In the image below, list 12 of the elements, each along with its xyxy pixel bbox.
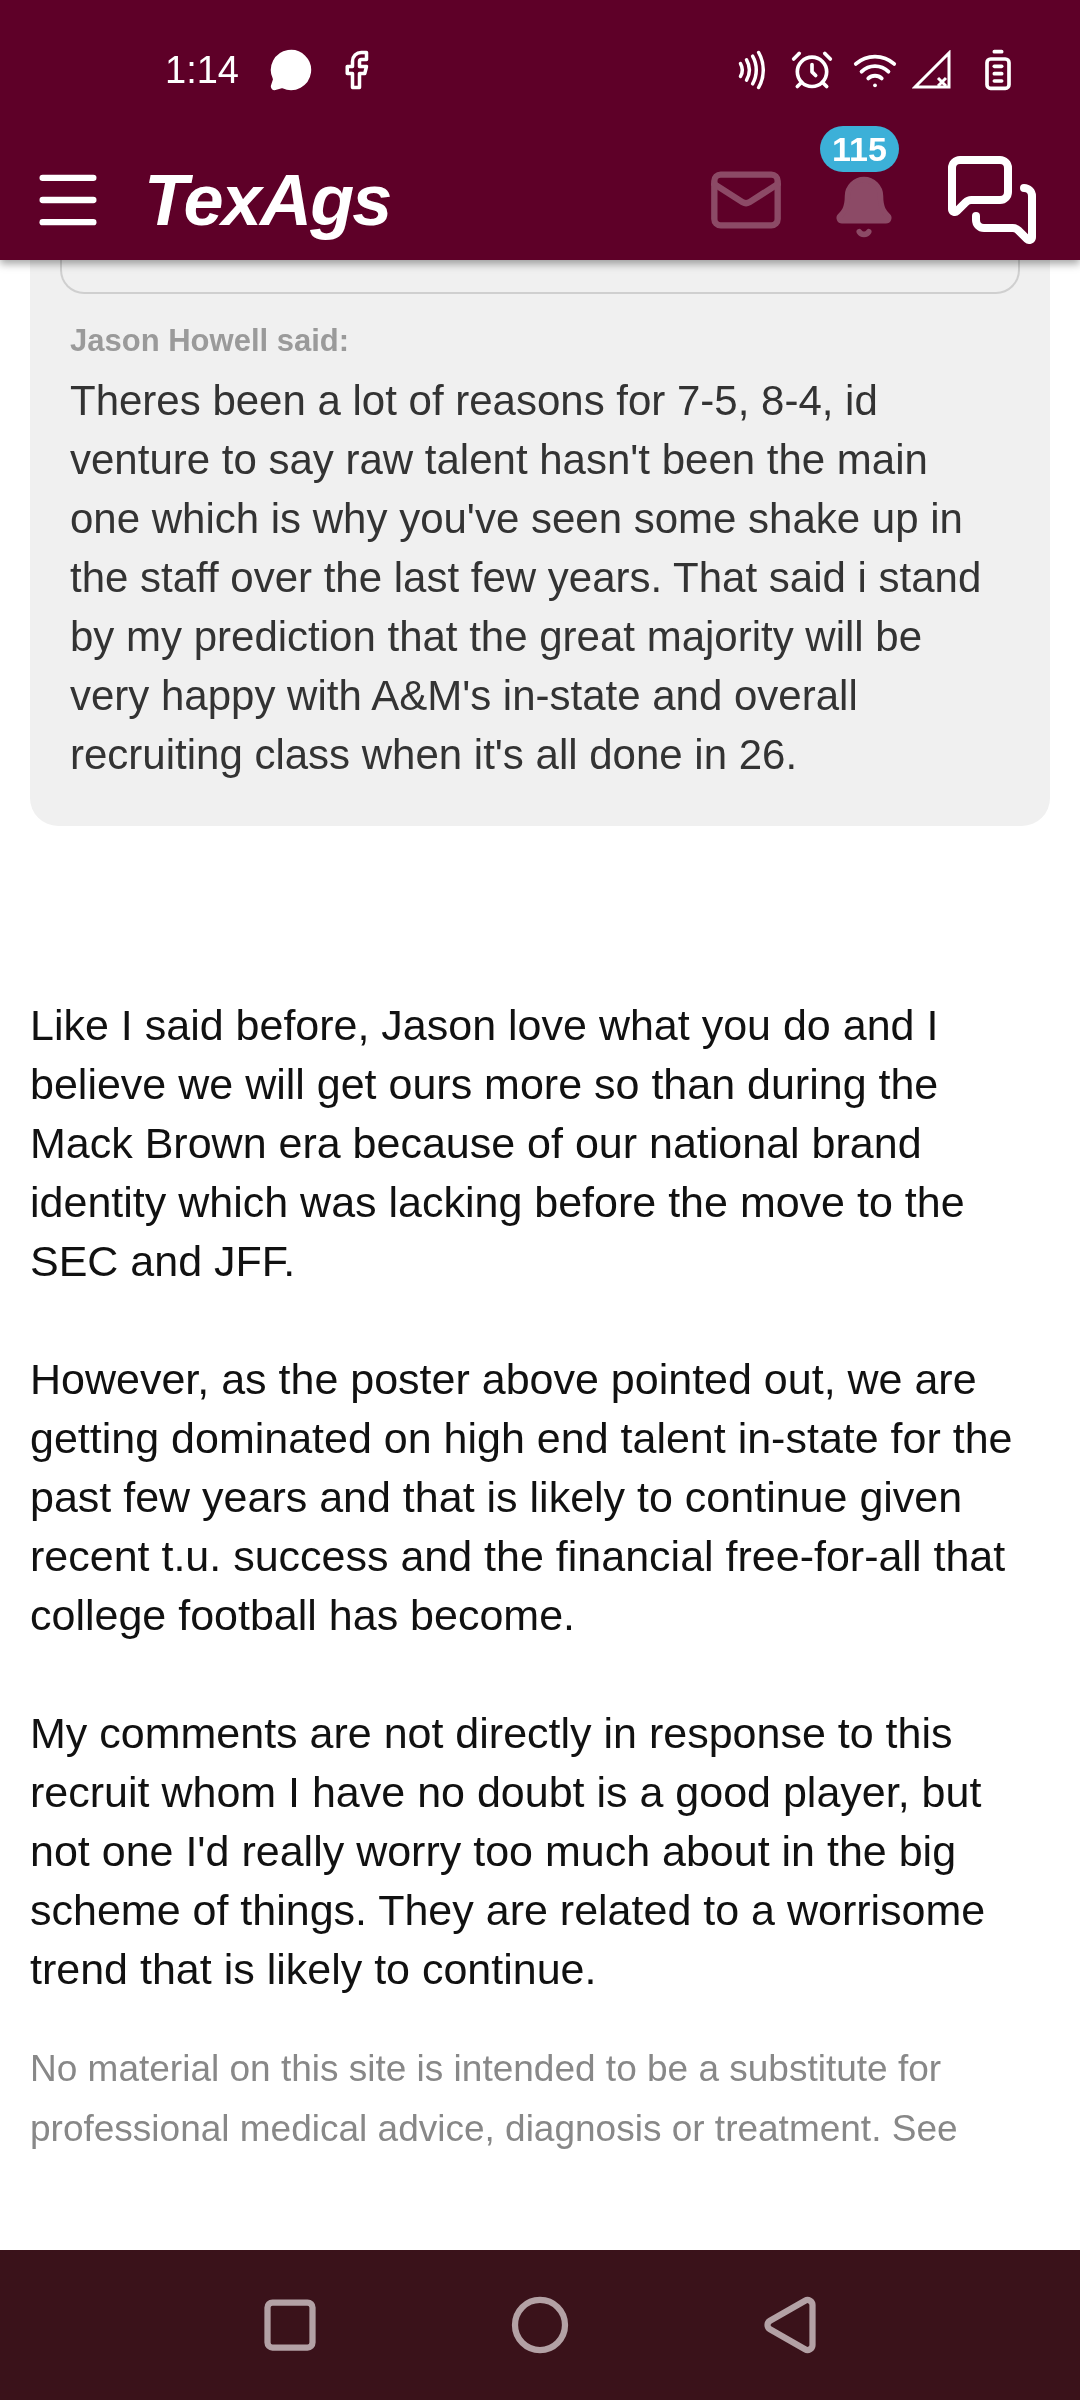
quote-text: Theres been a lot of reasons for 7-5, 8-4, id venture to say raw talent hasn't been the main one which is why you've seen some shake up in the staff over the last few years. That said i stand by my prediction that the great majority will be very happy with A&M's in-state and overall recruiting class when it's all done in 26. (70, 375, 983, 780)
status-time: 1:14 (165, 47, 239, 93)
quote-author: Jason Howell said: (70, 322, 351, 360)
chat-bubble-icon (268, 48, 313, 92)
post-paragraph: However, as the poster above pointed out, we are getting dominated on high end talent in-state for the past few years and that is likely to continue given recent t.u. success and the financial free-for-all that college football has become. (30, 1353, 1014, 1641)
signal-icon (912, 50, 952, 90)
home-icon[interactable] (510, 2295, 570, 2355)
notification-badge: 115 (820, 126, 899, 172)
post-paragraph: My comments are not directly in response to this recruit whom I have no doubt is a good player, but not one I'd really worry too much about in the big scheme of things. They are related to a worrisome trend that is likely to continue. (30, 1707, 987, 1995)
site-logo[interactable]: TexAgs (144, 146, 391, 254)
disclaimer-text: No material on this site is intended to be a substitute for professional medical advice, diagnosis or treatment. See (29, 2046, 959, 2151)
post-paragraph: Like I said before, Jason love what you do and I believe we will get ours more so than during the Mack Brown era because of our national brand identity which was lacking before the move to the SEC and JFF. (30, 999, 966, 1287)
